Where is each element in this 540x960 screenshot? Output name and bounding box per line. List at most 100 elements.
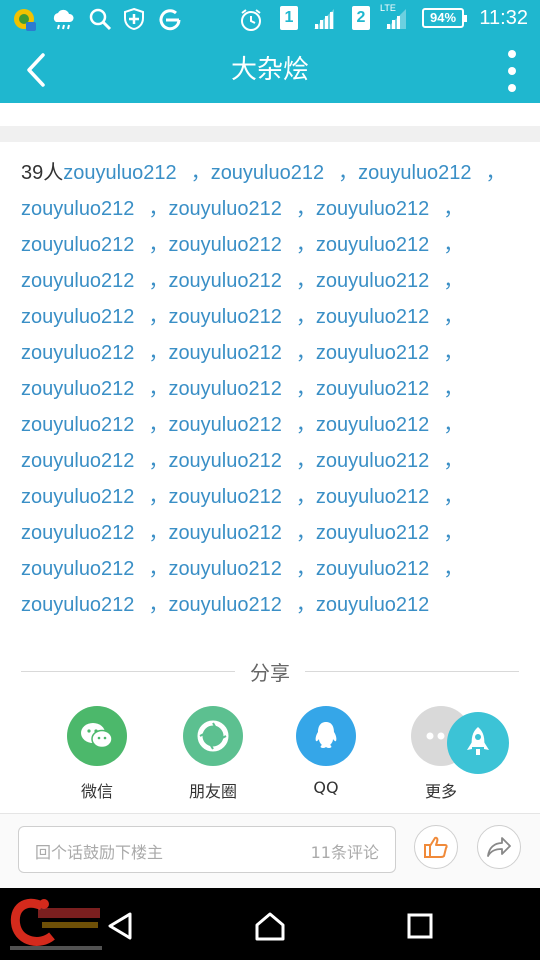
liker-username-link[interactable]: zouyuluo212 — [316, 414, 429, 436]
share-arrow-icon — [487, 837, 511, 857]
share-wechat-button[interactable]: 微信 — [57, 706, 137, 802]
likers-row: zouyuluo212 ，zouyuluo212 ，zouyuluo212， — [21, 263, 521, 299]
separator: ， — [148, 234, 169, 256]
watermark-logo — [6, 892, 106, 954]
comment-count[interactable]: 11条评论 — [311, 839, 379, 863]
separator: ， — [148, 342, 169, 364]
liker-username-link[interactable]: zouyuluo212 — [168, 414, 281, 436]
liker-username-link[interactable]: zouyuluo212 — [168, 594, 281, 616]
search-icon — [88, 7, 112, 35]
liker-username-link[interactable]: zouyuluo212 — [21, 198, 134, 220]
liker-username-link[interactable]: zouyuluo212 — [316, 522, 429, 544]
liker-username-link[interactable]: zouyuluo212 — [21, 558, 134, 580]
liker-username-link[interactable]: zouyuluo212 — [21, 450, 134, 472]
liker-username-link[interactable]: zouyuluo212 — [316, 342, 429, 364]
status-bar: 1 2 LTE 94% 11:32 — [0, 0, 540, 38]
separator: ， — [148, 486, 169, 508]
liker-username-link[interactable]: zouyuluo212 — [21, 414, 134, 436]
share-label: 微信 — [80, 782, 113, 801]
liker-username-link[interactable]: zouyuluo212 — [168, 306, 281, 328]
separator: ， — [443, 306, 464, 328]
liker-username-link[interactable]: zouyuluo212 — [168, 522, 281, 544]
liker-username-link[interactable]: zouyuluo212 — [21, 486, 134, 508]
separator: ， — [148, 522, 169, 544]
qq-icon — [296, 706, 356, 766]
comment-placeholder: 回个话鼓励下楼主 — [35, 843, 164, 862]
liker-username-link[interactable]: zouyuluo212 — [63, 162, 176, 184]
separator: ， — [295, 486, 316, 508]
likers-row: 39人zouyuluo212 ，zouyuluo212 ，zouyuluo212， — [21, 155, 521, 191]
separator: ， — [295, 414, 316, 436]
share-qq-button[interactable]: QQ — [286, 706, 366, 797]
liker-username-link[interactable]: zouyuluo212 — [211, 162, 324, 184]
liker-username-link[interactable]: zouyuluo212 — [316, 558, 429, 580]
dot-icon — [508, 84, 516, 92]
likers-row: zouyuluo212 ，zouyuluo212 ，zouyuluo212 — [21, 587, 521, 623]
separator: ， — [148, 378, 169, 400]
liker-username-link[interactable]: zouyuluo212 — [358, 162, 471, 184]
liker-username-link[interactable]: zouyuluo212 — [316, 306, 429, 328]
liker-username-link[interactable]: zouyuluo212 — [168, 450, 281, 472]
like-button[interactable] — [414, 825, 458, 869]
alarm-icon — [238, 7, 264, 37]
liker-username-link[interactable]: zouyuluo212 — [168, 270, 281, 292]
nav-home-button[interactable] — [250, 906, 290, 946]
section-divider — [0, 126, 540, 142]
liker-username-link[interactable]: zouyuluo212 — [316, 198, 429, 220]
liker-username-link[interactable]: zouyuluo212 — [316, 450, 429, 472]
likers-row: zouyuluo212 ，zouyuluo212 ，zouyuluo212， — [21, 191, 521, 227]
app-notification-icon — [12, 7, 38, 37]
separator: ， — [148, 558, 169, 580]
thumbs-up-icon — [424, 836, 448, 858]
separator: ， — [148, 450, 169, 472]
liker-username-link[interactable]: zouyuluo212 — [21, 234, 134, 256]
nav-recents-button[interactable] — [400, 906, 440, 946]
square-recents-icon — [407, 913, 433, 939]
sim2-badge: 2 — [352, 6, 370, 30]
separator: ， — [443, 234, 464, 256]
liker-username-link[interactable]: zouyuluo212 — [21, 306, 134, 328]
liker-username-link[interactable]: zouyuluo212 — [316, 234, 429, 256]
liker-username-link[interactable]: zouyuluo212 — [21, 594, 134, 616]
comment-bar: 回个话鼓励下楼主 11条评论 — [0, 813, 540, 888]
back-button[interactable] — [16, 50, 56, 90]
liker-username-link[interactable]: zouyuluo212 — [168, 558, 281, 580]
liker-username-link[interactable]: zouyuluo212 — [168, 234, 281, 256]
page-title: 大杂烩 — [230, 55, 309, 85]
app-bar: 大杂烩 — [0, 38, 540, 103]
separator: ， — [148, 306, 169, 328]
liker-username-link[interactable]: zouyuluo212 — [316, 486, 429, 508]
likers-row: zouyuluo212 ，zouyuluo212 ，zouyuluo212， — [21, 551, 521, 587]
share-label: 朋友圈 — [188, 782, 237, 801]
likers-row: zouyuluo212 ，zouyuluo212 ，zouyuluo212， — [21, 227, 521, 263]
scroll-top-rocket-button[interactable] — [447, 712, 509, 774]
share-label: 更多 — [424, 782, 457, 801]
liker-username-link[interactable]: zouyuluo212 — [316, 378, 429, 400]
share-button[interactable] — [477, 825, 521, 869]
separator: ， — [443, 558, 464, 580]
separator: ， — [443, 270, 464, 292]
separator: ， — [443, 378, 464, 400]
liker-username-link[interactable]: zouyuluo212 — [168, 378, 281, 400]
share-moments-button[interactable]: 朋友圈 — [173, 706, 253, 802]
triangle-back-icon — [108, 912, 132, 940]
comment-input[interactable]: 回个话鼓励下楼主 11条评论 — [18, 826, 396, 873]
rocket-icon — [467, 727, 489, 755]
likers-row: zouyuluo212 ，zouyuluo212 ，zouyuluo212， — [21, 443, 521, 479]
liker-username-link[interactable]: zouyuluo212 — [21, 342, 134, 364]
more-menu-button[interactable] — [502, 50, 522, 92]
separator: ， — [295, 198, 316, 220]
liker-username-link[interactable]: zouyuluo212 — [316, 270, 429, 292]
separator: ， — [443, 522, 464, 544]
separator: ， — [295, 558, 316, 580]
separator: ， — [295, 270, 316, 292]
likers-row: zouyuluo212 ，zouyuluo212 ，zouyuluo212， — [21, 371, 521, 407]
liker-username-link[interactable]: zouyuluo212 — [316, 594, 429, 616]
nav-back-button[interactable] — [100, 906, 140, 946]
liker-username-link[interactable]: zouyuluo212 — [21, 270, 134, 292]
liker-username-link[interactable]: zouyuluo212 — [21, 378, 134, 400]
liker-username-link[interactable]: zouyuluo212 — [168, 486, 281, 508]
liker-username-link[interactable]: zouyuluo212 — [168, 198, 281, 220]
liker-username-link[interactable]: zouyuluo212 — [168, 342, 281, 364]
liker-username-link[interactable]: zouyuluo212 — [21, 522, 134, 544]
